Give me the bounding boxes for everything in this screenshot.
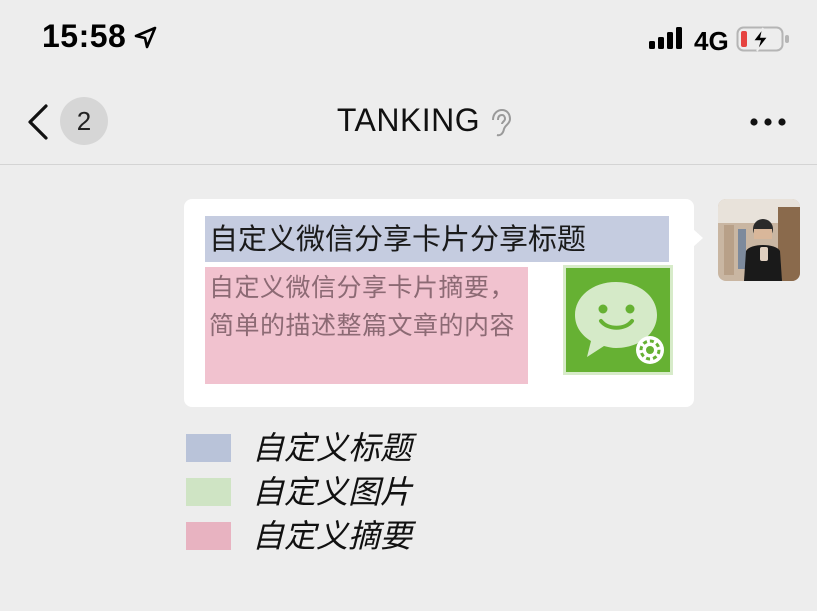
- ear-icon: [488, 108, 512, 138]
- legend-item-image: 自定义图片: [186, 472, 506, 516]
- chat-title: TANKING: [336, 102, 481, 138]
- legend-label-image: 自定义图片: [252, 473, 413, 511]
- share-card-description: 自定义微信分享卡片摘要，简单的描述整篇文章的内容: [205, 267, 528, 384]
- share-card-title: 自定义微信分享卡片分享标题: [205, 216, 669, 262]
- legend-label-title: 自定义标题: [252, 429, 413, 467]
- legend: 自定义标题 自定义图片 自定义摘要: [186, 428, 506, 560]
- share-card-thumbnail: [563, 265, 673, 375]
- more-dots-icon: [750, 118, 786, 126]
- legend-swatch-summary: [186, 522, 231, 550]
- legend-item-title: 自定义标题: [186, 428, 506, 472]
- more-options-button[interactable]: [744, 110, 792, 134]
- share-card-message[interactable]: 自定义微信分享卡片分享标题 自定义微信分享卡片摘要，简单的描述整篇文章的内容: [184, 199, 703, 407]
- legend-swatch-image: [186, 478, 231, 506]
- cellular-signal-icon: [648, 27, 686, 49]
- network-type-label: 4G: [694, 26, 729, 56]
- legend-swatch-title: [186, 434, 231, 462]
- user-avatar[interactable]: [718, 199, 800, 281]
- legend-label-summary: 自定义摘要: [252, 517, 413, 555]
- status-time: 15:58: [42, 18, 127, 54]
- bubble-tail: [693, 229, 703, 247]
- location-arrow-icon: [133, 25, 159, 51]
- status-bar: 15:58 4G: [0, 0, 817, 80]
- wechat-logo-icon: [566, 268, 670, 372]
- battery-charging-icon: [736, 24, 792, 54]
- chat-nav-bar: 2 TANKING: [0, 80, 817, 165]
- legend-item-summary: 自定义摘要: [186, 516, 506, 560]
